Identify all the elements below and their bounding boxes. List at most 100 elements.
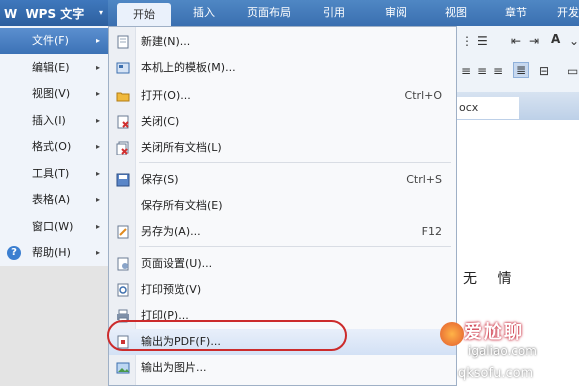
ribbon-toolbar: ⋮ ☰ ⇤ ⇥ A ⌄ ≡ ≡ ≡ ≣ ⊟ ▭ bbox=[455, 26, 579, 92]
close-document-icon bbox=[117, 115, 129, 129]
file-menu-item[interactable]: 输出为图片... bbox=[109, 355, 456, 381]
file-menu-label: 另存为(A)... bbox=[141, 225, 201, 238]
numbered-list-icon[interactable]: ☰ bbox=[477, 34, 488, 48]
main-menu-label: 插入(I) bbox=[32, 113, 66, 127]
main-menu-item[interactable]: 视图(V) ▸ bbox=[0, 81, 108, 107]
tab-review[interactable]: 审阅 bbox=[374, 0, 418, 26]
border-icon[interactable]: ▭ bbox=[567, 64, 578, 78]
distribute-icon[interactable]: ⊟ bbox=[539, 64, 549, 78]
shortcut-text: Ctrl+O bbox=[404, 89, 442, 102]
text-style-icon[interactable]: A bbox=[551, 32, 560, 46]
file-menu-item[interactable]: 另存为(A)... F12 bbox=[109, 219, 456, 245]
tab-developer[interactable]: 开发 bbox=[548, 0, 579, 26]
submenu-arrow-icon: ▸ bbox=[95, 62, 100, 72]
main-menu-label: 文件(F) bbox=[32, 34, 69, 47]
document-tab[interactable]: ocx bbox=[457, 97, 519, 119]
watermark-url-secondary: qksofu.com bbox=[458, 366, 534, 381]
file-menu-item[interactable]: 关闭(C) bbox=[109, 109, 456, 135]
page-setup-icon bbox=[117, 257, 129, 271]
document-tab-bar: ocx bbox=[455, 92, 579, 120]
shortcut-text: F12 bbox=[421, 225, 442, 238]
main-menu-item[interactable]: 格式(O) ▸ bbox=[0, 134, 108, 160]
menu-separator bbox=[139, 246, 451, 247]
file-menu-label: 输出为图片... bbox=[141, 361, 207, 374]
save-icon bbox=[116, 173, 130, 187]
save-as-icon bbox=[117, 225, 129, 239]
align-center-icon[interactable]: ≡ bbox=[477, 64, 487, 78]
dropdown-arrow-icon: ▾ bbox=[98, 8, 103, 17]
file-menu-label: 保存所有文档(E) bbox=[141, 199, 223, 212]
print-preview-icon bbox=[117, 283, 129, 297]
file-menu-item[interactable]: 页面设置(U)... bbox=[109, 251, 456, 277]
submenu-arrow-icon: ▸ bbox=[95, 195, 100, 204]
main-menu-item[interactable]: 表格(A) ▸ bbox=[0, 187, 108, 213]
tab-section[interactable]: 章节 bbox=[494, 0, 538, 26]
annotation-circle bbox=[107, 320, 347, 351]
submenu-arrow-icon: ▸ bbox=[95, 248, 100, 257]
app-name: WPS 文字 bbox=[25, 7, 85, 21]
watermark-logo-icon bbox=[440, 322, 464, 346]
image-export-icon bbox=[116, 362, 130, 374]
file-menu-item[interactable]: 打印预览(V) bbox=[109, 277, 456, 303]
file-menu-item[interactable]: 新建(N)... bbox=[109, 29, 456, 55]
tab-insert[interactable]: 插入 bbox=[182, 0, 226, 26]
main-menu-item[interactable]: 工具(T) ▸ bbox=[0, 161, 108, 187]
new-document-icon bbox=[117, 35, 129, 49]
main-menu-label: 工具(T) bbox=[32, 166, 70, 180]
wps-main-menu: 文件(F) ▸ 编辑(E) ▸ 视图(V) ▸ 插入(I) ▸ 格式(O) ▸ 工具(T) ▸ 表格(A… bbox=[0, 26, 109, 266]
main-menu-label: 窗口(W) bbox=[32, 219, 74, 233]
file-menu-label: 关闭(C) bbox=[141, 115, 180, 128]
submenu-arrow-icon: ▸ bbox=[95, 221, 100, 231]
increase-indent-icon[interactable]: ⇥ bbox=[529, 34, 539, 48]
file-menu-item[interactable]: 保存(S) Ctrl+S bbox=[109, 167, 456, 193]
main-menu-label: 表格(A) bbox=[32, 193, 71, 206]
document-text: 无 情 bbox=[463, 271, 520, 287]
submenu-arrow-icon: ▸ bbox=[95, 89, 100, 98]
file-menu-item[interactable]: 关闭所有文档(L) bbox=[109, 135, 456, 161]
watermark-brand: 爱尬聊 bbox=[464, 322, 524, 343]
tab-page-layout[interactable]: 页面布局 bbox=[236, 0, 302, 26]
align-right-icon[interactable]: ≡ bbox=[493, 64, 503, 78]
wps-logo-icon: W bbox=[4, 7, 18, 21]
file-menu-label: 本机上的模板(M)... bbox=[141, 61, 236, 74]
list-icon[interactable]: ⋮ bbox=[461, 34, 473, 48]
tab-view[interactable]: 视图 bbox=[434, 0, 478, 26]
align-left-icon[interactable]: ≡ bbox=[461, 64, 471, 78]
file-menu-label: 打印预览(V) bbox=[141, 283, 202, 296]
submenu-arrow-icon: ▸ bbox=[95, 115, 100, 125]
main-menu-item[interactable]: ? 帮助(H) ▸ bbox=[0, 240, 108, 266]
wps-app-menu-button[interactable]: W WPS 文字 ▾ bbox=[0, 0, 108, 26]
submenu-arrow-icon: ▸ bbox=[95, 142, 100, 151]
file-menu-item[interactable]: 保存所有文档(E) bbox=[109, 193, 456, 219]
watermark: 爱尬聊 igaliao.com qksofu.com bbox=[440, 318, 579, 386]
watermark-url: igaliao.com bbox=[468, 344, 537, 358]
main-menu-label: 编辑(E) bbox=[32, 60, 70, 74]
submenu-arrow-icon: ▸ bbox=[95, 168, 100, 178]
close-all-icon bbox=[116, 141, 129, 155]
main-menu-item[interactable]: 插入(I) ▸ bbox=[0, 108, 108, 134]
ribbon-tab-bar: W WPS 文字 ▾ 开始 插入 页面布局 引用 审阅 视图 章节 开发 bbox=[0, 0, 579, 26]
file-menu-item[interactable]: 打开(O)... Ctrl+O bbox=[109, 83, 456, 109]
main-menu-label: 帮助(H) bbox=[32, 246, 71, 259]
file-menu-item[interactable]: 本机上的模板(M)... bbox=[109, 55, 456, 81]
tab-home[interactable]: 开始 bbox=[117, 3, 171, 26]
justify-icon[interactable]: ≣ bbox=[513, 62, 530, 78]
template-icon bbox=[116, 62, 130, 74]
menu-separator bbox=[139, 162, 451, 163]
file-menu-label: 页面设置(U)... bbox=[141, 257, 213, 270]
file-menu-label: 关闭所有文档(L) bbox=[141, 141, 222, 154]
file-menu-label: 保存(S) bbox=[141, 173, 179, 186]
blank-area bbox=[0, 266, 108, 386]
main-menu-item[interactable]: 文件(F) ▸ bbox=[0, 28, 108, 54]
file-menu-label: 新建(N)... bbox=[141, 35, 191, 48]
main-menu-item[interactable]: 窗口(W) ▸ bbox=[0, 214, 108, 240]
submenu-arrow-icon: ▸ bbox=[95, 36, 100, 45]
help-icon: ? bbox=[7, 246, 21, 260]
file-menu-label: 打开(O)... bbox=[141, 89, 191, 102]
main-menu-label: 视图(V) bbox=[32, 87, 71, 100]
more-icon[interactable]: ⌄ bbox=[569, 34, 579, 48]
decrease-indent-icon[interactable]: ⇤ bbox=[511, 34, 521, 48]
tab-references[interactable]: 引用 bbox=[312, 0, 356, 26]
main-menu-item[interactable]: 编辑(E) ▸ bbox=[0, 55, 108, 81]
main-menu-label: 格式(O) bbox=[32, 140, 72, 153]
